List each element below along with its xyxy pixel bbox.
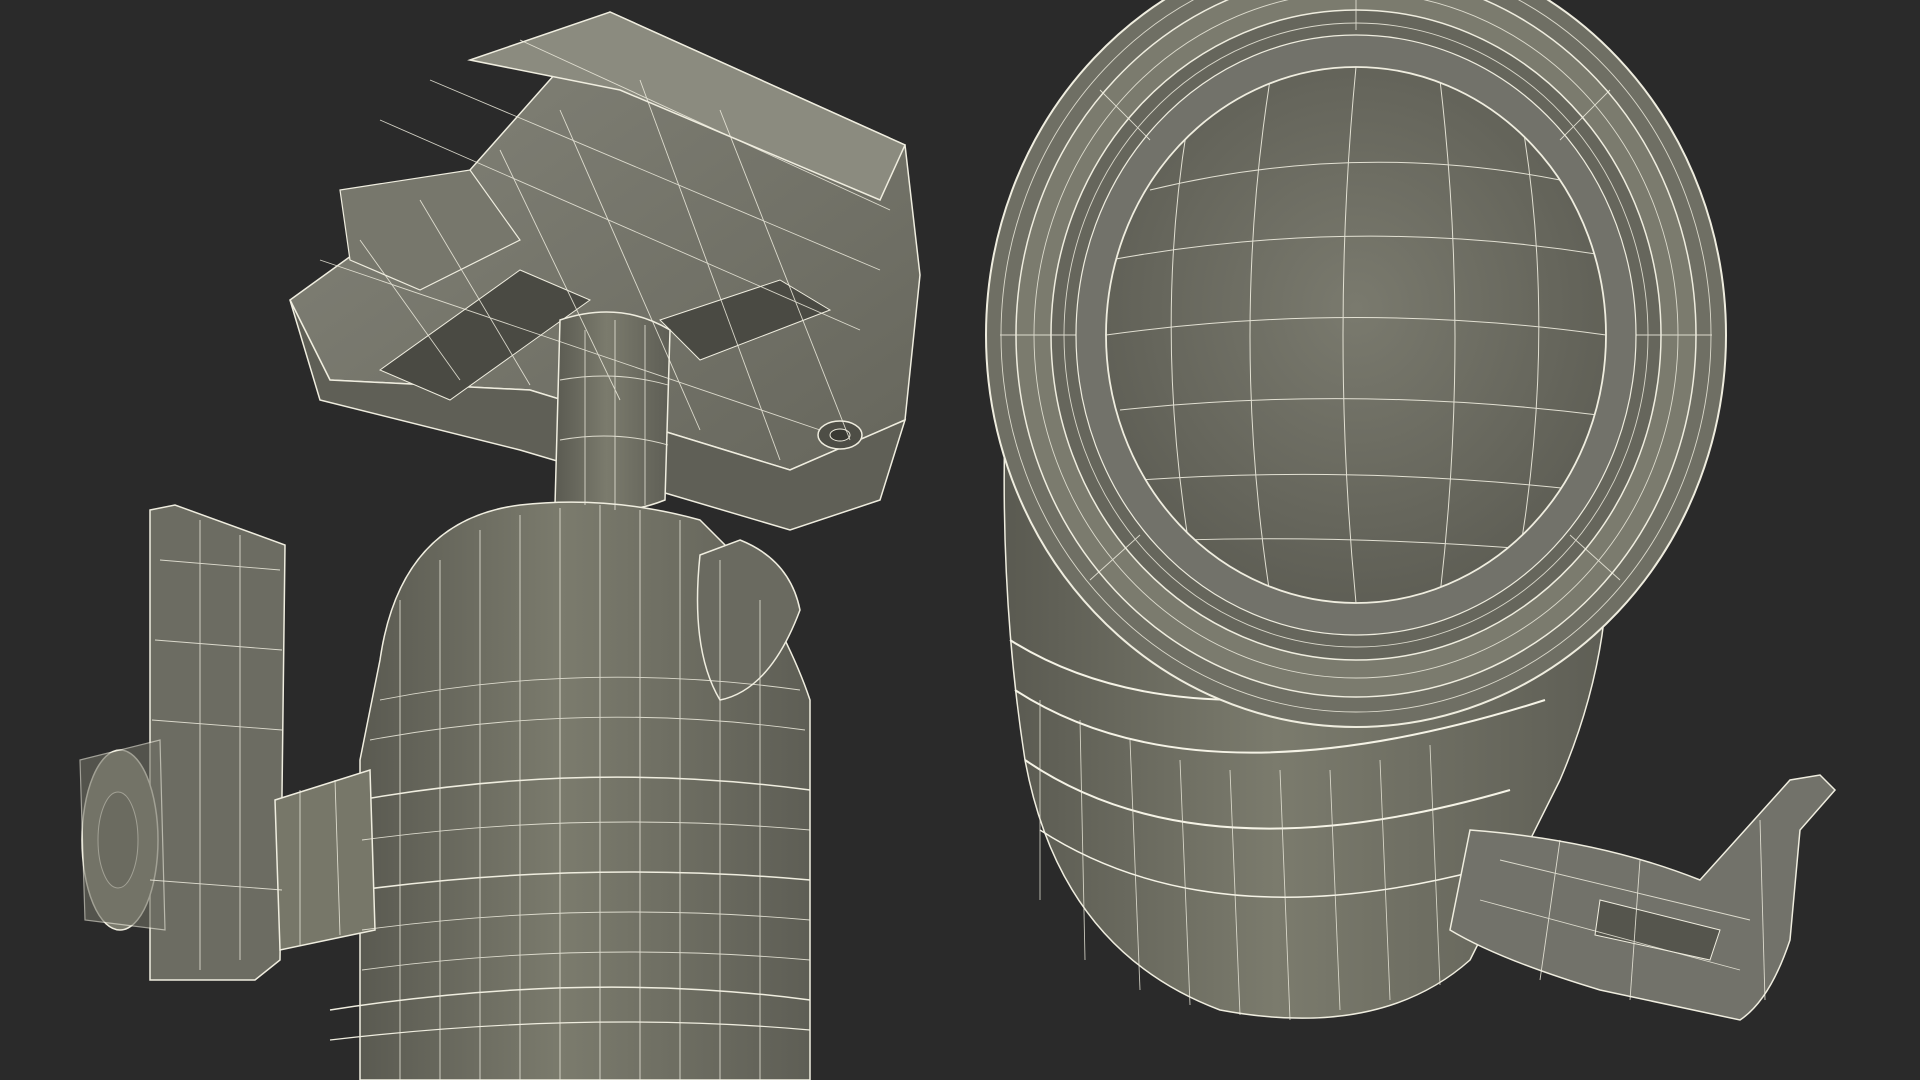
front-glass-element — [1105, 66, 1607, 604]
wireframe-scene — [0, 0, 1920, 1080]
ball-head-body — [329, 501, 811, 1080]
ball-stem — [554, 311, 671, 513]
render-viewport — [0, 0, 1920, 1080]
